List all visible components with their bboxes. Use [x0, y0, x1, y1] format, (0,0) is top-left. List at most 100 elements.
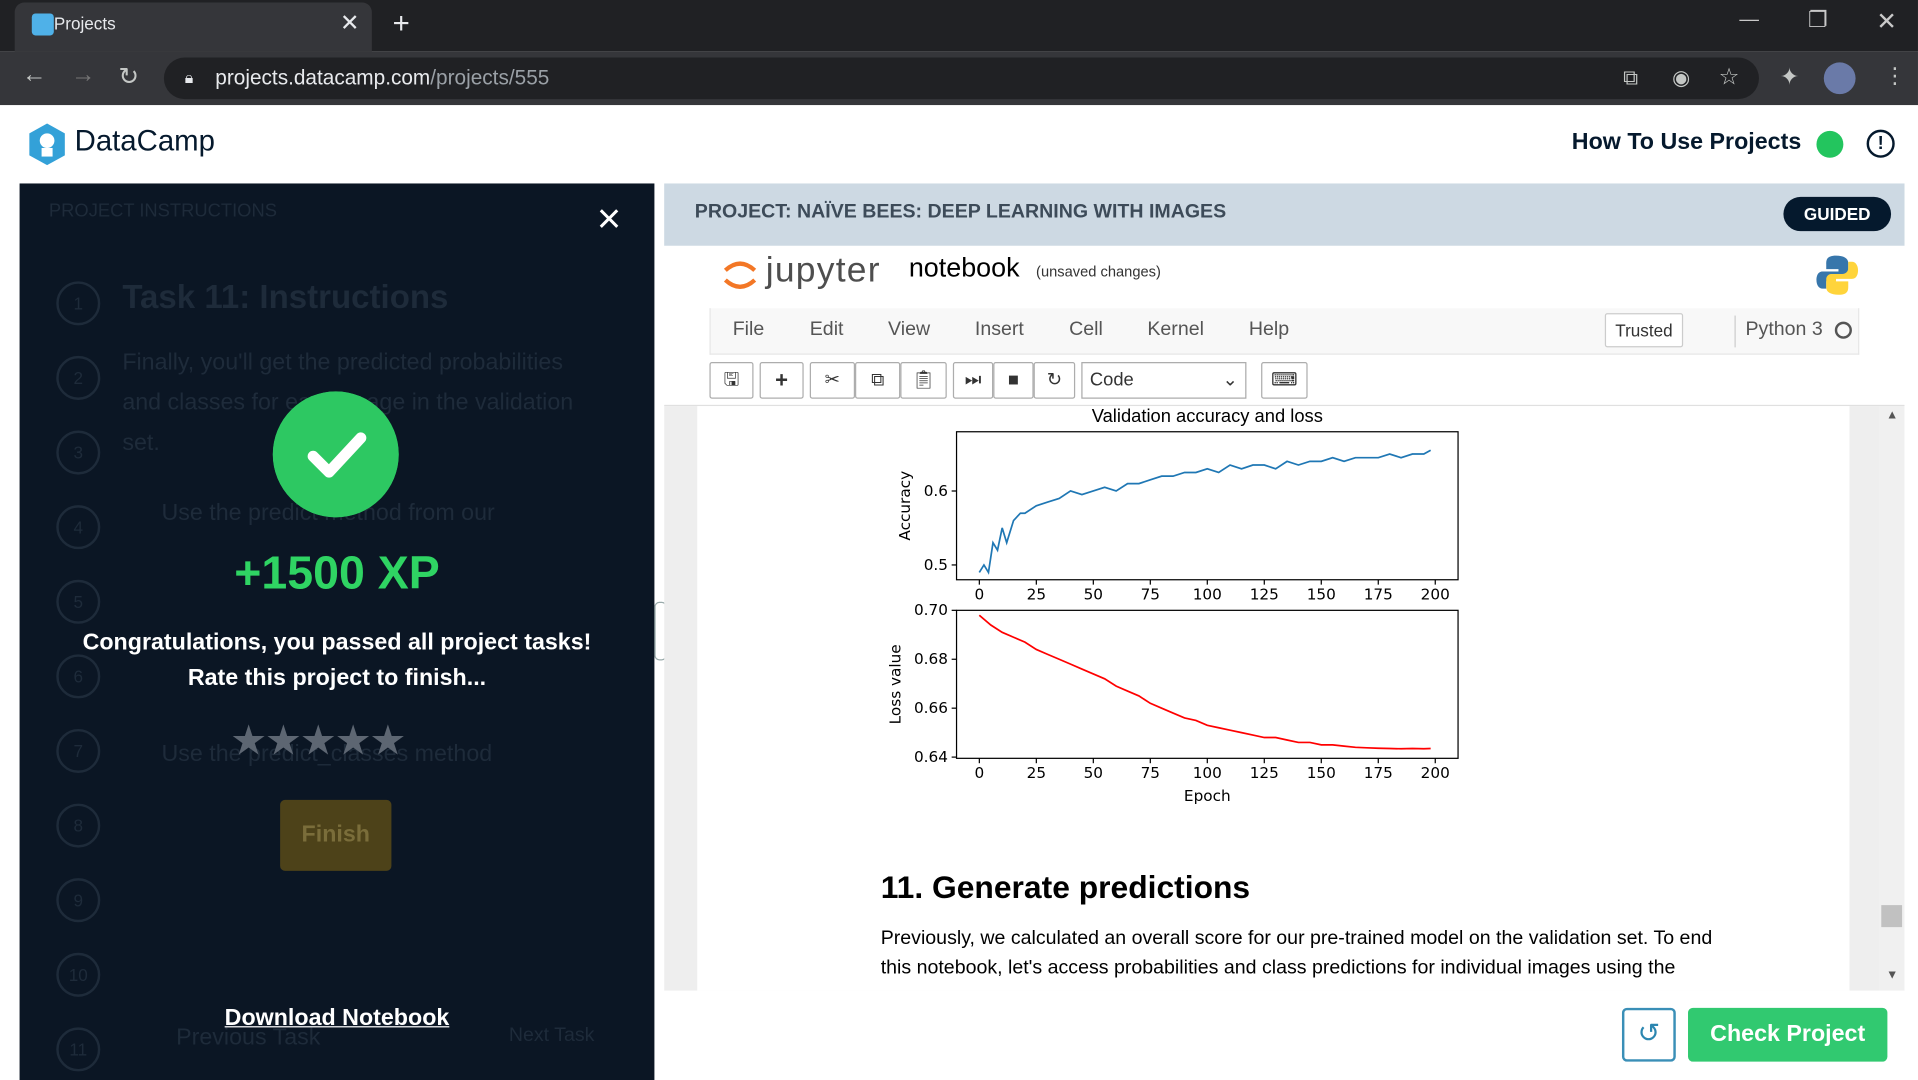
x-tick-label: 50 — [1084, 764, 1103, 782]
reload-icon[interactable]: ↻ — [119, 61, 140, 92]
x-tick-label: 150 — [1307, 764, 1336, 782]
step-circle: 1 — [56, 281, 101, 326]
step-circle: 11 — [56, 1027, 101, 1072]
instruction-line: set. — [122, 430, 160, 457]
run-icon[interactable]: ⏭︎ — [952, 362, 994, 399]
new-tab-icon[interactable]: + — [393, 7, 410, 41]
congrats-message: Congratulations, you passed all project … — [82, 629, 592, 656]
screen: Projects ✕ + — ❐ ✕ ← → ↻ 🔒︎ projects.dat… — [0, 0, 1918, 1080]
y-tick-label: 0.66 — [914, 699, 948, 717]
menu-view[interactable]: View — [888, 319, 930, 341]
step-circle: 2 — [56, 355, 101, 400]
menu-edit[interactable]: Edit — [810, 319, 844, 341]
tracking-icon[interactable]: ◉ — [1672, 66, 1690, 90]
finish-button[interactable]: Finish — [280, 799, 392, 871]
x-tick-label: 200 — [1421, 585, 1450, 603]
y-axis-label: Loss value — [886, 644, 904, 724]
x-tick-label: 75 — [1141, 764, 1160, 782]
datacamp-favicon-icon — [31, 13, 54, 36]
translate-icon[interactable]: ⧉ — [1623, 66, 1638, 90]
scroll-down-icon[interactable]: ▼ — [1886, 969, 1898, 982]
validation-chart: 0 25 50 75 100 125 150 175 200 0.5 0.6 Accuracy 0 25 5… — [886, 431, 1459, 805]
python-logo-icon — [1816, 255, 1859, 295]
y-tick-label: 0.70 — [914, 601, 948, 619]
step-circle: 3 — [56, 430, 101, 475]
success-check-icon — [272, 391, 399, 518]
x-tick-label: 175 — [1364, 764, 1393, 782]
scroll-up-icon[interactable]: ▲ — [1886, 409, 1898, 422]
window-close-icon[interactable]: ✕ — [1876, 6, 1897, 37]
task-title: Task 11: Instructions — [122, 278, 449, 316]
save-icon[interactable]: 🖫︎ — [709, 362, 754, 399]
x-tick-label: 100 — [1193, 764, 1222, 782]
step-circle: 10 — [56, 952, 101, 997]
x-tick-label: 0 — [974, 585, 984, 603]
kernel-name[interactable]: Python 3 — [1746, 319, 1823, 341]
menu-file[interactable]: File — [733, 319, 765, 341]
url-host: projects.datacamp.com — [215, 66, 431, 90]
x-tick-label: 25 — [1027, 764, 1046, 782]
datacamp-logo-icon — [29, 123, 65, 166]
x-tick-label: 200 — [1421, 764, 1450, 782]
y-tick-label: 0.6 — [924, 482, 948, 500]
alert-icon[interactable]: ! — [1866, 129, 1895, 158]
tab-close-icon[interactable]: ✕ — [340, 10, 359, 38]
plot-frame — [955, 431, 1459, 581]
scrollbar-thumb[interactable] — [1881, 905, 1903, 928]
notebook-scrollbar[interactable] — [1878, 406, 1905, 991]
browser-menu-icon[interactable]: ⋮ — [1884, 64, 1906, 90]
cut-icon[interactable]: ✂ — [809, 362, 856, 399]
x-tick-label: 25 — [1027, 585, 1046, 603]
check-project-button[interactable]: Check Project — [1688, 1007, 1888, 1062]
tab-title: Projects — [53, 13, 116, 34]
menubar-divider — [1734, 315, 1736, 348]
instruction-line: Finally, you'll get the predicted probab… — [122, 349, 563, 376]
restore-icon[interactable]: ❐ — [1808, 7, 1828, 33]
jupyter-wordmark[interactable]: jupyter — [766, 251, 881, 291]
trusted-indicator[interactable]: Trusted — [1604, 313, 1684, 348]
y-tick-label: 0.64 — [914, 748, 948, 766]
minimize-icon[interactable]: — — [1739, 10, 1759, 32]
reset-icon[interactable]: ↺ — [1621, 1007, 1676, 1062]
url-path: /projects/555 — [430, 66, 550, 90]
x-tick-label: 125 — [1250, 764, 1279, 782]
x-tick-label: 75 — [1141, 585, 1160, 603]
menu-cell[interactable]: Cell — [1069, 319, 1103, 341]
modal-close-icon[interactable]: × — [597, 198, 621, 240]
forward-icon[interactable]: → — [71, 61, 95, 89]
back-icon[interactable]: ← — [22, 61, 46, 89]
bookmark-star-icon[interactable]: ☆ — [1719, 64, 1740, 92]
menu-insert[interactable]: Insert — [975, 319, 1024, 341]
url-text[interactable]: projects.datacamp.com/projects/555 — [215, 66, 549, 90]
menu-help[interactable]: Help — [1249, 319, 1289, 341]
rate-prompt: Rate this project to finish... — [187, 665, 487, 692]
keyboard-icon[interactable]: ⌨ — [1261, 362, 1308, 399]
cell-type-select[interactable]: Code ⌄ — [1081, 362, 1247, 399]
download-notebook-link[interactable]: Download Notebook — [20, 1005, 655, 1032]
paragraph-line: Previously, we calculated an overall sco… — [880, 928, 1713, 950]
x-tick-label: 50 — [1084, 585, 1103, 603]
insert-cell-icon[interactable]: + — [759, 362, 804, 399]
kernel-status-icon — [1834, 321, 1852, 339]
step-circle: 9 — [56, 878, 101, 923]
save-status: (unsaved changes) — [1036, 262, 1161, 281]
profile-avatar[interactable] — [1823, 62, 1856, 95]
cell-type-value: Code — [1089, 369, 1134, 391]
extensions-icon[interactable]: ✦ — [1780, 64, 1799, 92]
plot-frame — [955, 609, 1459, 759]
paste-icon[interactable]: 📋︎ — [900, 362, 947, 399]
notebook-name[interactable]: notebook — [909, 252, 1020, 284]
x-axis-label: Epoch — [1184, 787, 1231, 805]
paragraph-line: this notebook, let's access probabilitie… — [880, 957, 1676, 979]
rating-stars[interactable]: ★★★★★ — [230, 717, 444, 766]
brand-name[interactable]: DataCamp — [75, 125, 215, 159]
how-to-link[interactable]: How To Use Projects — [1572, 130, 1801, 157]
x-tick-label: 175 — [1364, 585, 1393, 603]
x-tick-label: 125 — [1250, 585, 1279, 603]
menu-kernel[interactable]: Kernel — [1147, 319, 1204, 341]
x-tick-label: 150 — [1307, 585, 1336, 603]
copy-icon[interactable]: ⧉ — [855, 362, 901, 399]
x-tick-label: 100 — [1193, 585, 1222, 603]
stop-icon[interactable]: ■ — [993, 362, 1034, 399]
restart-icon[interactable]: ↻ — [1033, 362, 1076, 399]
